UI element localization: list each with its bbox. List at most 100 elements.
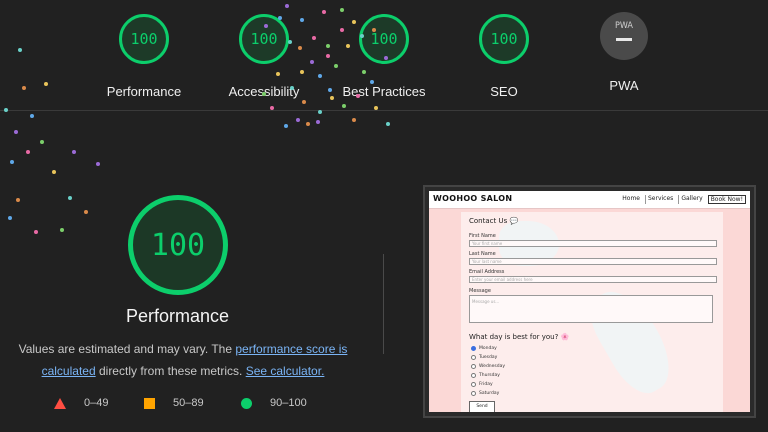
confetti-dot [374,106,378,110]
confetti-dot [322,10,326,14]
confetti-dot [270,106,274,110]
preview-nav-book: Book Now! [707,195,746,204]
preview-form-title: Contact Us 💬 [469,217,519,225]
orange-square-icon [144,397,155,409]
legend-average: 50–89 [144,397,204,409]
confetti-dot [10,160,14,164]
legend-range: 50–89 [173,397,204,409]
preview-nav-links: Home Services Gallery Book Now! [620,195,746,204]
preview-day-option: Thursday [471,373,500,378]
confetti-dot [352,118,356,122]
dash-icon [616,38,632,41]
confetti-dot [346,44,350,48]
confetti-dot [284,124,288,128]
divider [383,254,384,354]
preview-message-input: Message us... [469,295,713,323]
confetti-dot [372,28,376,32]
confetti-dot [16,198,20,202]
confetti-dot [330,96,334,100]
confetti-dot [316,120,320,124]
gauge-score: 100 [239,14,289,64]
confetti-dot [356,94,360,98]
gauge-performance[interactable]: 100 Performance [84,14,204,99]
legend-range: 90–100 [270,397,307,409]
preview-day-option: Wednesday [471,364,505,369]
preview-day-option: Monday [471,346,497,351]
preview-field-label: Message [469,288,491,294]
confetti-dot [340,28,344,32]
preview-question: What day is best for you? 🌸 [469,333,570,341]
confetti-dot [84,210,88,214]
confetti-dot [8,216,12,220]
confetti-dot [300,70,304,74]
legend-pass: 90–100 [241,397,307,409]
confetti-dot [360,34,364,38]
confetti-dot [262,92,266,96]
pwa-badge: PWA [600,12,648,60]
confetti-dot [60,228,64,232]
confetti-dot [340,8,344,12]
preview-navbar: WOOHOO SALON Home Services Gallery Book … [429,191,750,209]
confetti-dot [326,54,330,58]
see-calculator-link[interactable]: See calculator. [246,364,325,378]
confetti-dot [310,60,314,64]
performance-title: Performance [125,306,230,326]
confetti-dot [288,40,292,44]
preview-day-option: Tuesday [471,355,497,360]
preview-field-label: Email Address [469,269,505,275]
screenshot-page: WOOHOO SALON Home Services Gallery Book … [429,191,750,412]
confetti-dot [22,86,26,90]
confetti-dot [52,170,56,174]
gauge-label: Performance [106,84,182,99]
gauge-label: SEO [490,84,518,99]
confetti-dot [334,64,338,68]
confetti-dot [30,114,34,118]
confetti-dot [18,48,22,52]
confetti-dot [96,162,100,166]
confetti-dot [40,140,44,144]
confetti-dot [26,150,30,154]
confetti-dot [342,104,346,108]
confetti-dot [302,100,306,104]
confetti-dot [318,74,322,78]
gauge-score: 100 [119,14,169,64]
confetti-dot [34,230,38,234]
red-triangle-icon [54,397,66,409]
legend-range: 0–49 [84,397,109,409]
gauge-score: 100 [479,14,529,64]
confetti-dot [352,20,356,24]
confetti-dot [4,108,8,112]
preview-field-label: Last Name [469,251,496,257]
confetti-dot [14,130,18,134]
confetti-dot [276,72,280,76]
preview-nav-services: Services [645,195,675,204]
pwa-badge-text: PWA [615,21,633,31]
preview-nav-gallery: Gallery [678,195,704,204]
confetti-dot [72,150,76,154]
confetti-dot [326,44,330,48]
preview-nav-home: Home [622,195,640,202]
gauge-label: Best Practices [342,84,426,99]
preview-day-option: Friday [471,382,493,387]
confetti-dot [306,122,310,126]
final-screenshot[interactable]: WOOHOO SALON Home Services Gallery Book … [423,185,756,418]
confetti-dot [300,18,304,22]
gauge-pwa[interactable]: PWA PWA [564,12,684,93]
gauge-seo[interactable]: 100 SEO [444,14,564,99]
preview-contact-form: Contact Us 💬 First Name Your first name … [461,212,723,412]
score-description: Values are estimated and may vary. The p… [8,338,358,382]
confetti-dot [296,118,300,122]
preview-field-input: Your first name [469,240,717,247]
confetti-dot [68,196,72,200]
preview-field-input: Enter your email address here [469,276,717,283]
preview-day-option: Saturday [471,391,499,396]
desc-text: Values are estimated and may vary. The [18,342,236,356]
desc-text: directly from these metrics. [95,364,246,378]
confetti-dot [328,88,332,92]
confetti-dot [285,4,289,8]
confetti-dot [370,80,374,84]
preview-field-label: First Name [469,233,496,239]
gauge-label: PWA [609,78,639,93]
confetti-dot [44,82,48,86]
confetti-dot [278,16,282,20]
